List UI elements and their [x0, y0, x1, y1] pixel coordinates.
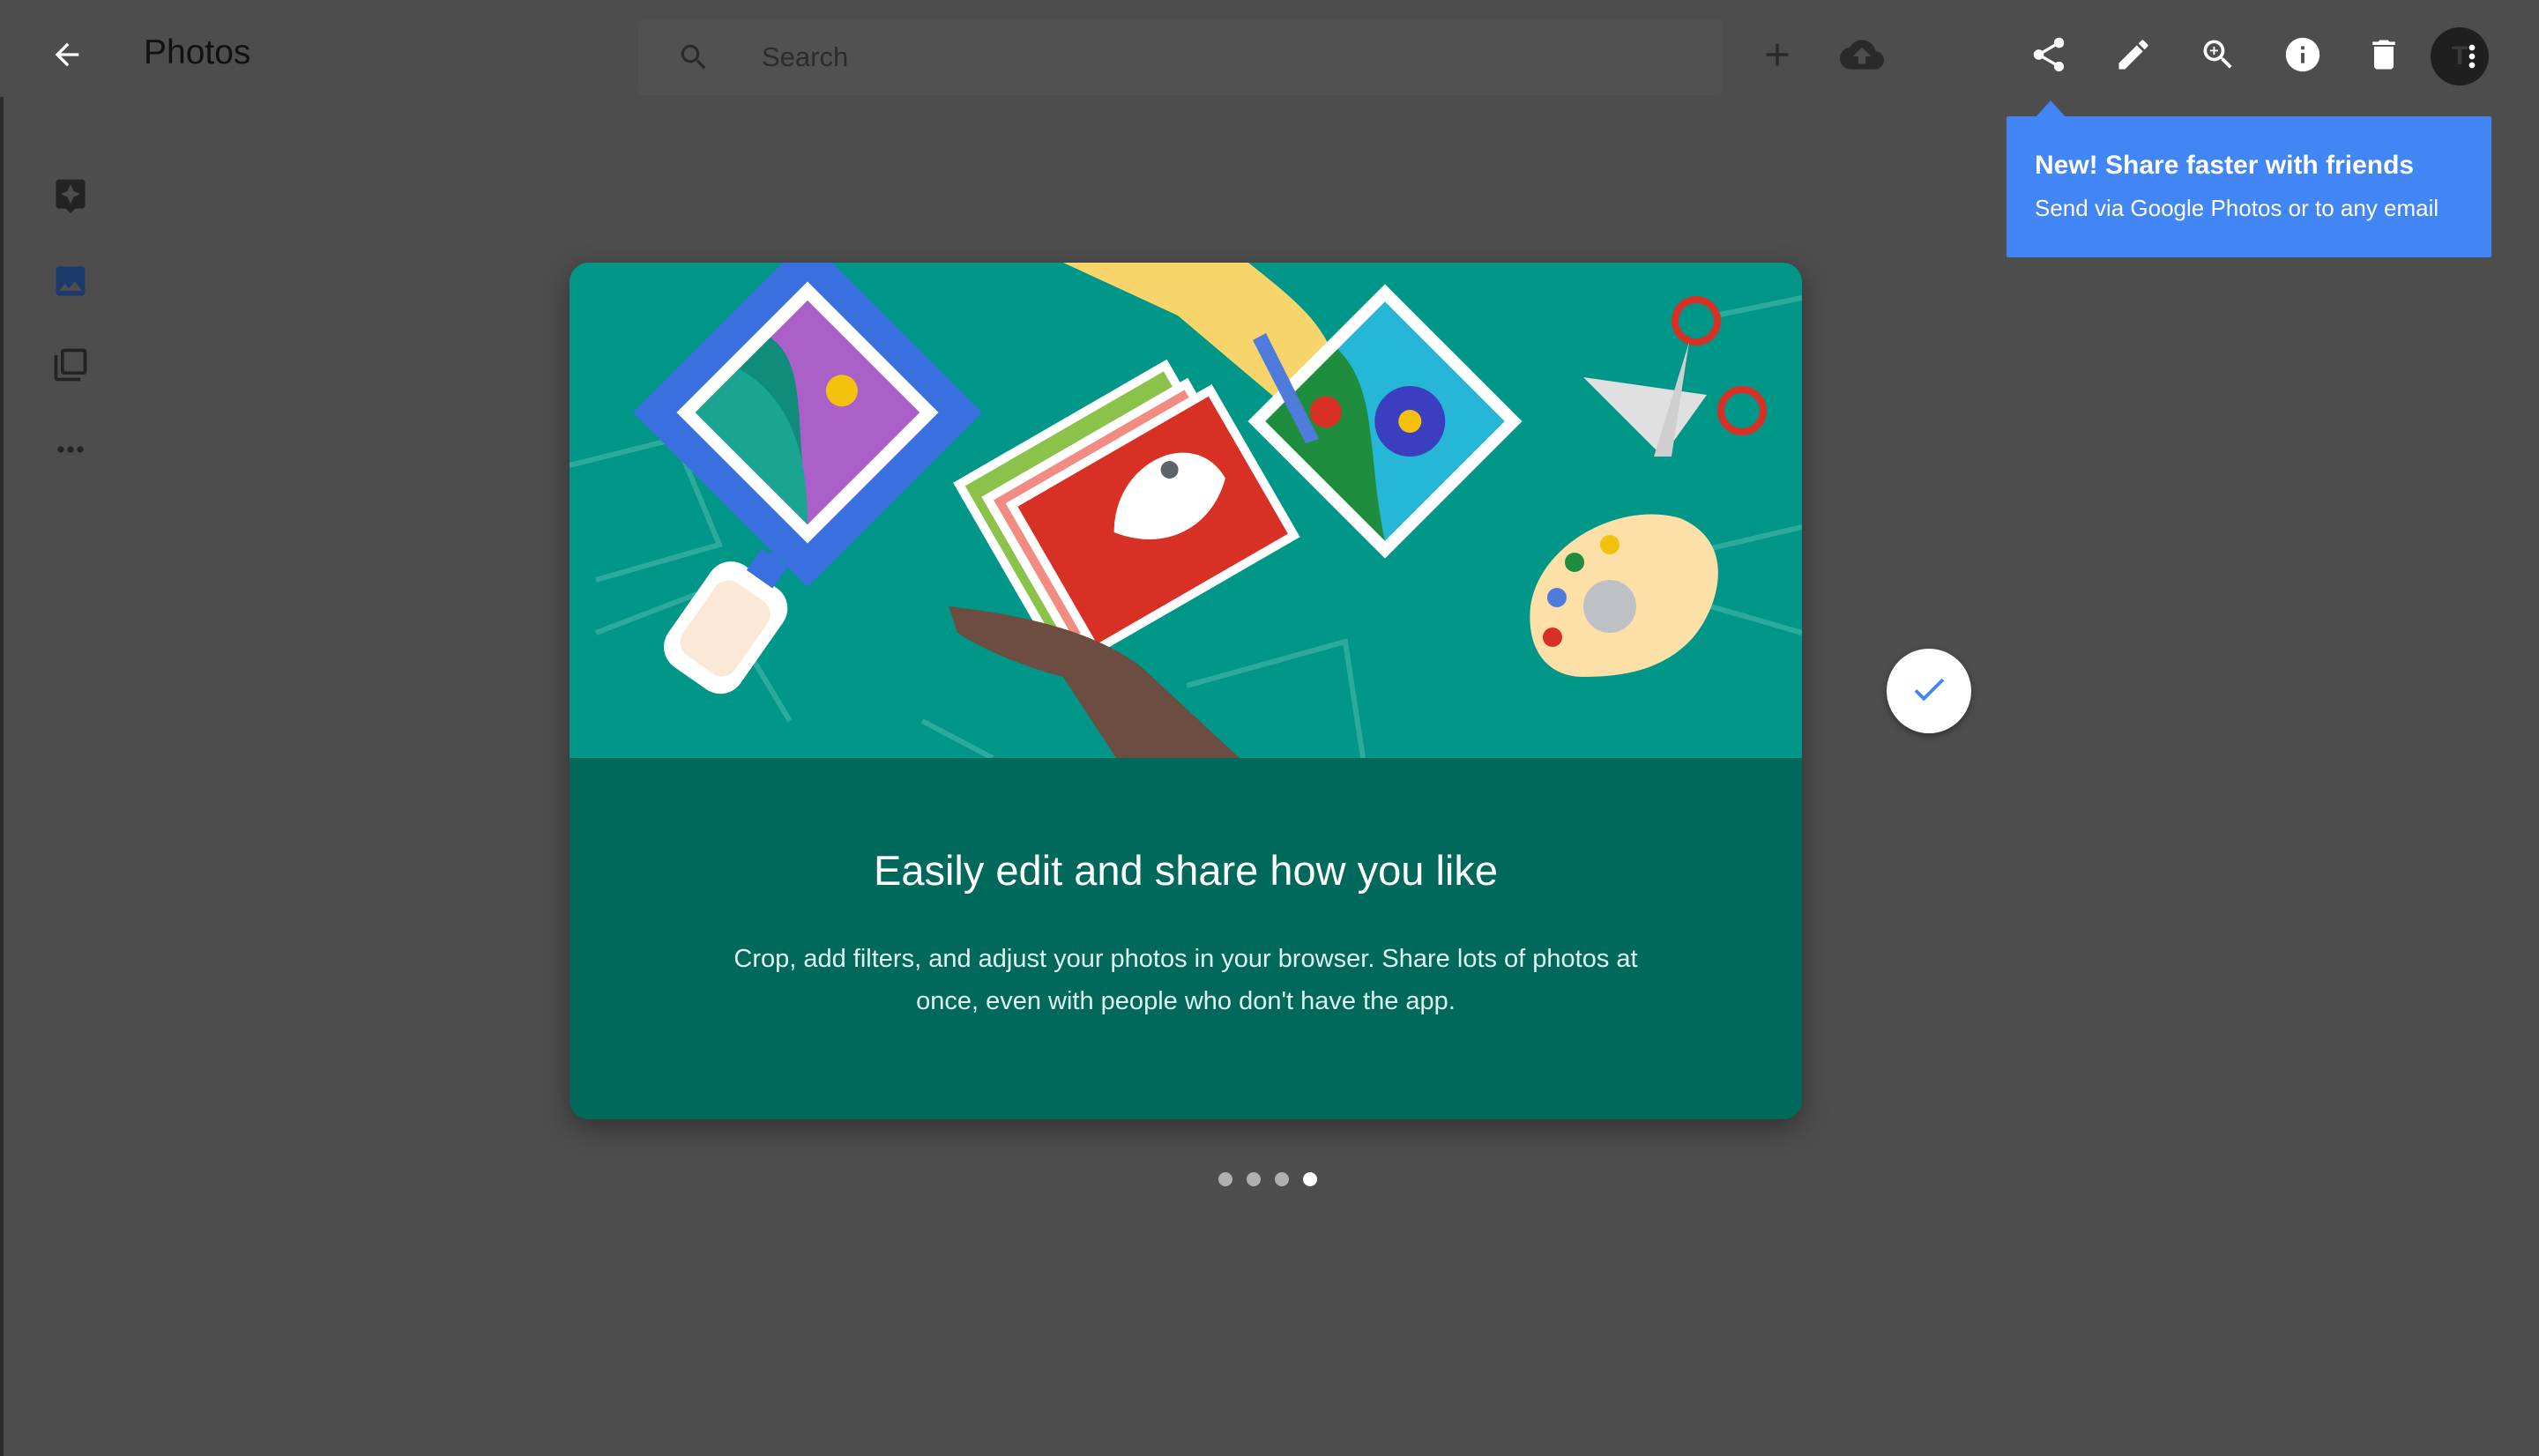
- tooltip-arrow: [2035, 100, 2066, 118]
- albums-icon: [51, 345, 90, 389]
- create-button[interactable]: [1742, 21, 1813, 92]
- assistant-sparkle-icon: [51, 176, 90, 219]
- page-dot-active[interactable]: [1303, 1172, 1317, 1186]
- sidebar-item-assistant[interactable]: [44, 171, 97, 224]
- onboarding-title: Easily edit and share how you like: [873, 847, 1498, 894]
- edit-button[interactable]: [2098, 21, 2169, 92]
- pagination-dots: [1218, 1172, 1324, 1190]
- edit-pencil-icon: [2114, 35, 2153, 78]
- app-title: Photos: [144, 33, 251, 71]
- zoom-in-icon: [2199, 35, 2237, 78]
- upload-cloud-icon: [1840, 33, 1884, 81]
- sidebar-item-albums[interactable]: [44, 340, 97, 393]
- photos-app: Photos Search T New! Share faster with f…: [0, 0, 2539, 1456]
- tooltip-title: New! Share faster with friends: [2035, 151, 2415, 180]
- page-dot[interactable]: [1275, 1172, 1289, 1186]
- sidebar-item-photos[interactable]: [44, 256, 97, 309]
- back-button[interactable]: [32, 21, 102, 92]
- sidebar-item-more[interactable]: [44, 425, 97, 478]
- share-tooltip[interactable]: New! Share faster with friends Send via …: [2007, 116, 2491, 257]
- search-input[interactable]: [762, 33, 1643, 81]
- tooltip-subtitle: Send via Google Photos or to any email: [2035, 195, 2439, 221]
- photo-icon: [51, 262, 90, 305]
- page-dot[interactable]: [1247, 1172, 1261, 1186]
- check-icon: [1909, 669, 1949, 714]
- info-icon: [2282, 34, 2323, 79]
- onboarding-card: Easily edit and share how you like Crop,…: [570, 263, 1802, 1119]
- info-button[interactable]: [2267, 21, 2338, 92]
- page-dot[interactable]: [1218, 1172, 1232, 1186]
- add-icon: [1759, 36, 1796, 78]
- confirm-button[interactable]: [1887, 649, 1971, 733]
- zoom-button[interactable]: [2183, 21, 2253, 92]
- edit-share-illustration: [570, 263, 1802, 758]
- share-button[interactable]: [2014, 21, 2084, 92]
- more-horiz-icon: [51, 430, 90, 473]
- upload-button[interactable]: [1827, 21, 1897, 92]
- share-icon: [2029, 34, 2069, 79]
- onboarding-description: Crop, add filters, and adjust your photo…: [733, 945, 1638, 1015]
- card-text-panel: Easily edit and share how you like Crop,…: [570, 758, 1802, 1119]
- arrow-back-icon: [49, 37, 85, 77]
- more-options-button[interactable]: [2454, 39, 2490, 74]
- search-bar[interactable]: [638, 19, 1723, 95]
- top-app-bar: Photos Search T: [0, 0, 2539, 97]
- delete-button[interactable]: [2349, 21, 2419, 92]
- window-edge: [0, 0, 4, 1456]
- more-vert-icon: [2454, 44, 2490, 78]
- search-icon[interactable]: [677, 41, 711, 74]
- delete-icon: [2364, 35, 2403, 78]
